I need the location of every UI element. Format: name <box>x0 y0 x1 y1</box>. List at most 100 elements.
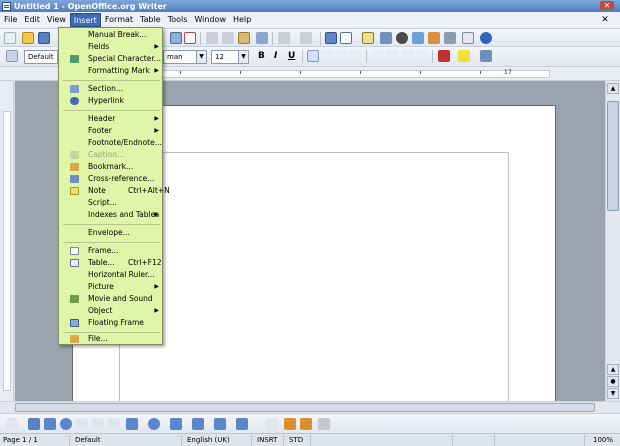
insert-formatting-mark[interactable]: Formatting Mark ▶ <box>59 65 164 77</box>
chevron-down-icon[interactable]: ▼ <box>196 51 206 63</box>
font-color-icon[interactable] <box>438 50 450 62</box>
horizontal-scroll-thumb[interactable] <box>15 403 595 412</box>
format-paintbrush-icon[interactable] <box>256 32 268 44</box>
font-size-combo[interactable]: 12 ▼ <box>211 50 249 64</box>
insert-header[interactable]: Header ▶ <box>59 113 164 125</box>
align-right-icon[interactable] <box>335 50 347 62</box>
autospellcheck-icon[interactable] <box>184 32 196 44</box>
extrusion-icon[interactable] <box>318 418 330 430</box>
insert-table[interactable]: Table... Ctrl+F12 <box>59 257 164 269</box>
insert-special-character[interactable]: Special Character... <box>59 53 164 65</box>
insert-indexes-tables[interactable]: Indexes and Tables ▶ <box>59 209 164 221</box>
insert-object[interactable]: Object ▶ <box>59 305 164 317</box>
menu-help[interactable]: Help <box>230 13 254 27</box>
align-center-icon[interactable] <box>321 50 333 62</box>
zoom-slider[interactable] <box>497 435 585 446</box>
zoom-value[interactable]: 100% <box>590 435 620 446</box>
menu-view[interactable]: View <box>44 13 69 27</box>
numbering-icon[interactable] <box>372 50 384 62</box>
menu-insert[interactable]: Insert <box>69 13 101 27</box>
insert-bookmark[interactable]: Bookmark... <box>59 161 164 173</box>
previous-page-icon[interactable]: ▲ <box>607 364 619 375</box>
paste-icon[interactable] <box>238 32 250 44</box>
insert-script[interactable]: Script... <box>59 197 164 209</box>
insert-file[interactable]: File... <box>59 333 164 345</box>
insert-frame[interactable]: Frame... <box>59 245 164 257</box>
menu-edit[interactable]: Edit <box>21 13 43 27</box>
gallery-icon[interactable] <box>412 32 424 44</box>
background-color-icon[interactable] <box>480 50 492 62</box>
insert-fields[interactable]: Fields ▶ <box>59 41 164 53</box>
navigator-icon[interactable] <box>396 32 408 44</box>
help-icon[interactable] <box>480 32 492 44</box>
insert-hyperlink[interactable]: Hyperlink <box>59 95 164 107</box>
close-document-icon[interactable]: ✕ <box>600 15 610 25</box>
view-layout-icon[interactable] <box>455 435 495 446</box>
callouts-icon[interactable] <box>214 418 226 430</box>
navigation-icon[interactable]: ● <box>607 376 619 387</box>
increase-indent-icon[interactable] <box>416 50 428 62</box>
language-indicator[interactable]: English (UK) <box>184 435 252 446</box>
stars-icon[interactable] <box>236 418 248 430</box>
paragraph-style-combo[interactable]: Default <box>24 50 58 64</box>
menu-tools[interactable]: Tools <box>165 13 191 27</box>
table-icon[interactable] <box>340 32 352 44</box>
save-icon[interactable] <box>38 32 50 44</box>
open-folder-icon[interactable] <box>22 32 34 44</box>
horizontal-scrollbar[interactable] <box>0 401 620 413</box>
points-icon[interactable] <box>266 418 278 430</box>
select-icon[interactable] <box>6 418 18 430</box>
next-page-icon[interactable]: ▼ <box>607 388 619 399</box>
zoom-icon[interactable] <box>462 32 474 44</box>
new-document-icon[interactable] <box>4 32 16 44</box>
menu-file[interactable]: File <box>1 13 20 27</box>
align-left-icon[interactable] <box>307 50 319 62</box>
insert-envelope[interactable]: Envelope... <box>59 227 164 239</box>
insert-cross-reference[interactable]: Cross-reference... <box>59 173 164 185</box>
redo-icon[interactable] <box>300 32 312 44</box>
font-name-combo[interactable]: man ▼ <box>163 50 207 64</box>
menu-window[interactable]: Window <box>191 13 229 27</box>
chevron-down-icon[interactable]: ▼ <box>238 51 248 63</box>
insert-floating-frame[interactable]: Floating Frame <box>59 317 164 329</box>
hyperlink-icon[interactable] <box>325 32 337 44</box>
basic-shapes-icon[interactable] <box>126 418 138 430</box>
insert-manual-break[interactable]: Manual Break... <box>59 29 164 41</box>
selection-mode[interactable]: STD <box>286 435 311 446</box>
insert-mode[interactable]: INSRT <box>254 435 284 446</box>
line-icon[interactable] <box>28 418 40 430</box>
justify-icon[interactable] <box>349 50 361 62</box>
bullets-icon[interactable] <box>386 50 398 62</box>
insert-section[interactable]: Section... <box>59 83 164 95</box>
window-close-button[interactable]: ✕ <box>600 1 614 10</box>
highlighting-icon[interactable] <box>458 50 470 62</box>
copy-icon[interactable] <box>222 32 234 44</box>
undo-icon[interactable] <box>278 32 290 44</box>
menu-table[interactable]: Table <box>137 13 164 27</box>
data-sources-icon[interactable] <box>428 32 440 44</box>
vertical-scrollbar[interactable]: ▲ ▲ ● ▼ <box>605 81 620 401</box>
insert-note[interactable]: Note Ctrl+Alt+N <box>59 185 170 197</box>
decrease-indent-icon[interactable] <box>402 50 414 62</box>
rectangle-icon[interactable] <box>44 418 56 430</box>
text-icon[interactable] <box>92 418 104 430</box>
vertical-scroll-thumb[interactable] <box>607 101 619 211</box>
symbol-shapes-icon[interactable] <box>148 418 160 430</box>
menu-format[interactable]: Format <box>102 13 136 27</box>
underline-button[interactable]: U <box>288 51 295 61</box>
freeform-icon[interactable] <box>76 418 88 430</box>
page-style[interactable]: Default <box>72 435 182 446</box>
insert-footnote[interactable]: Footnote/Endnote... <box>59 137 164 149</box>
fontwork-gallery-icon[interactable] <box>284 418 296 430</box>
italic-button[interactable]: I <box>274 51 277 61</box>
insert-movie-sound[interactable]: Movie and Sound <box>59 293 164 305</box>
spellcheck-icon[interactable] <box>170 32 182 44</box>
scroll-up-icon[interactable]: ▲ <box>607 83 619 94</box>
find-replace-icon[interactable] <box>380 32 392 44</box>
cut-icon[interactable] <box>206 32 218 44</box>
nonprinting-characters-icon[interactable] <box>444 32 456 44</box>
block-arrows-icon[interactable] <box>170 418 182 430</box>
flowcharts-icon[interactable] <box>192 418 204 430</box>
bold-button[interactable]: B <box>258 51 265 61</box>
insert-picture[interactable]: Picture ▶ <box>59 281 164 293</box>
